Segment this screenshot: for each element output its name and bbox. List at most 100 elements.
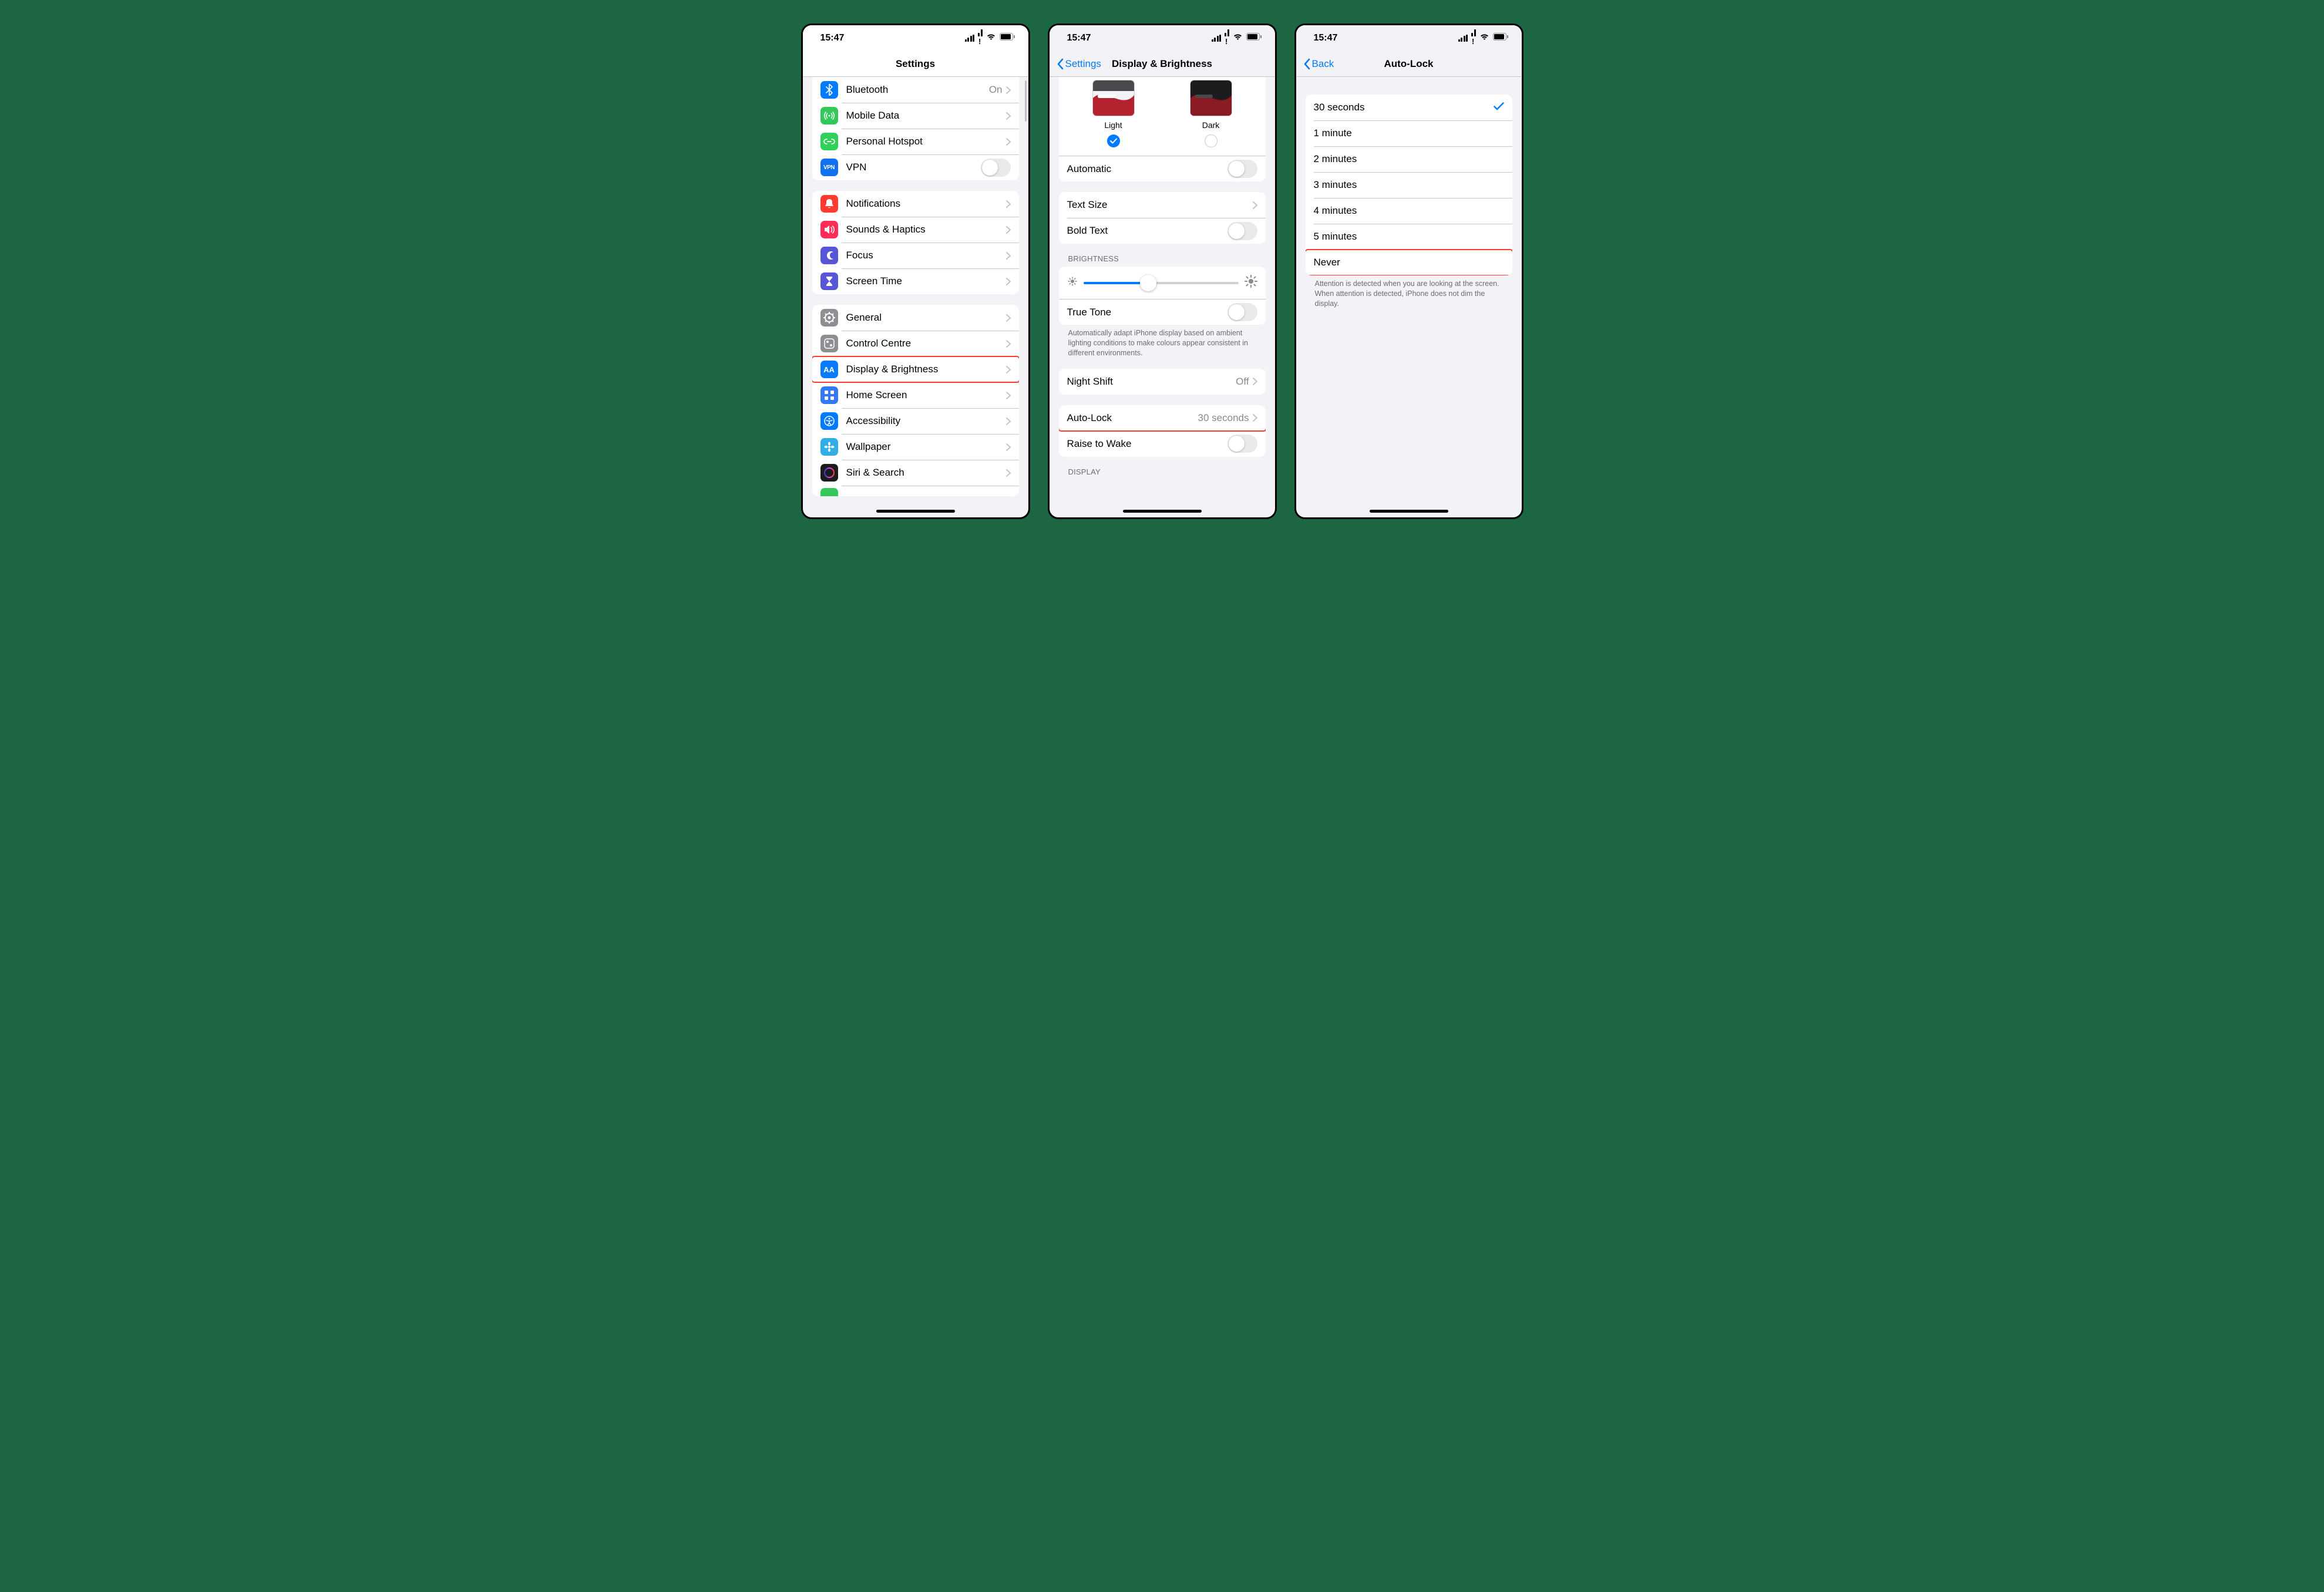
row-mobile-data[interactable]: Mobile Data — [812, 103, 1019, 129]
row-label: Accessibility — [846, 415, 1006, 427]
row-label: Mobile Data — [846, 110, 1006, 122]
row-sounds[interactable]: Sounds & Haptics — [812, 217, 1019, 243]
option-label: 30 seconds — [1314, 102, 1494, 113]
cellular-signal-secondary-icon: ! — [1225, 29, 1229, 47]
page-title: Settings — [896, 58, 935, 70]
row-raise-to-wake[interactable]: Raise to Wake — [1059, 431, 1266, 457]
chevron-right-icon — [1006, 112, 1011, 120]
row-accessibility[interactable]: Accessibility — [812, 408, 1019, 434]
group-appearance: Light Dark Automatic — [1059, 77, 1266, 181]
option-1-minute[interactable]: 1 minute — [1306, 120, 1512, 146]
row-personal-hotspot[interactable]: Personal Hotspot — [812, 129, 1019, 154]
row-display-brightness[interactable]: AA Display & Brightness — [812, 356, 1019, 382]
settings-content[interactable]: Bluetooth On Mobile Data Personal Hotspo… — [803, 77, 1028, 517]
row-label: Notifications — [846, 198, 1006, 210]
status-right: ! — [1212, 29, 1262, 47]
grid-icon — [820, 386, 838, 404]
page-title: Display & Brightness — [1112, 58, 1212, 70]
row-siri[interactable]: Siri & Search — [812, 460, 1019, 486]
navbar: Settings Display & Brightness — [1050, 51, 1275, 77]
group-night-shift: Night Shift Off — [1059, 369, 1266, 395]
automatic-toggle[interactable] — [1227, 160, 1257, 178]
option-never[interactable]: Never — [1306, 250, 1512, 275]
row-automatic[interactable]: Automatic — [1059, 156, 1266, 181]
option-4-minutes[interactable]: 4 minutes — [1306, 198, 1512, 224]
row-text-size[interactable]: Text Size — [1059, 192, 1266, 218]
bluetooth-icon — [820, 81, 838, 99]
chevron-right-icon — [1006, 469, 1011, 477]
appearance-dark-label: Dark — [1202, 120, 1220, 130]
chevron-left-icon — [1303, 58, 1310, 70]
row-label: Bold Text — [1067, 225, 1227, 237]
vpn-toggle[interactable] — [981, 159, 1011, 177]
row-label: Bluetooth — [846, 84, 989, 96]
row-vpn[interactable]: VPN VPN — [812, 154, 1019, 180]
row-bold-text[interactable]: Bold Text — [1059, 218, 1266, 244]
row-home-screen[interactable]: Home Screen — [812, 382, 1019, 408]
row-bluetooth[interactable]: Bluetooth On — [812, 77, 1019, 103]
row-label: Display & Brightness — [846, 363, 1006, 375]
chevron-right-icon — [1006, 340, 1011, 348]
cellular-signal-icon — [1212, 35, 1222, 42]
row-true-tone[interactable]: True Tone — [1059, 299, 1266, 325]
option-2-minutes[interactable]: 2 minutes — [1306, 146, 1512, 172]
back-button[interactable]: Back — [1300, 51, 1334, 77]
row-control-centre[interactable]: Control Centre — [812, 331, 1019, 356]
row-screen-time[interactable]: Screen Time — [812, 268, 1019, 294]
row-label: Focus — [846, 250, 1006, 261]
row-wallpaper[interactable]: Wallpaper — [812, 434, 1019, 460]
group-notifications: Notifications Sounds & Haptics Focus Scr… — [812, 191, 1019, 294]
option-label: 1 minute — [1314, 127, 1504, 139]
display-content[interactable]: Light Dark Automatic Text Size — [1050, 77, 1275, 517]
row-notifications[interactable]: Notifications — [812, 191, 1019, 217]
row-auto-lock[interactable]: Auto-Lock 30 seconds — [1059, 405, 1266, 431]
option-3-minutes[interactable]: 3 minutes — [1306, 172, 1512, 198]
cellular-signal-icon — [965, 35, 975, 42]
status-right: ! — [965, 29, 1015, 47]
raise-to-wake-toggle[interactable] — [1227, 435, 1257, 453]
appearance-dark[interactable]: Dark — [1190, 80, 1232, 147]
chevron-right-icon — [1006, 278, 1011, 285]
bold-text-toggle[interactable] — [1227, 222, 1257, 240]
chevron-right-icon — [1006, 226, 1011, 234]
home-indicator[interactable] — [876, 510, 955, 513]
brightness-knob[interactable] — [1140, 275, 1156, 291]
home-indicator[interactable] — [1370, 510, 1448, 513]
wifi-icon — [986, 33, 996, 43]
row-label: Automatic — [1067, 163, 1227, 175]
back-button[interactable]: Settings — [1053, 51, 1101, 77]
dark-thumbnail — [1190, 80, 1232, 116]
row-night-shift[interactable]: Night Shift Off — [1059, 369, 1266, 395]
row-focus[interactable]: Focus — [812, 243, 1019, 268]
appearance-light[interactable]: Light — [1093, 80, 1134, 147]
appearance-light-label: Light — [1104, 120, 1122, 130]
group-connectivity: Bluetooth On Mobile Data Personal Hotspo… — [812, 77, 1019, 180]
option-30-seconds[interactable]: 30 seconds — [1306, 95, 1512, 120]
autolock-content[interactable]: 30 seconds 1 minute 2 minutes3 minutes 4 mi… — [1296, 77, 1522, 517]
option-5-minutes[interactable]: 5 minutes — [1306, 224, 1512, 250]
chevron-right-icon — [1253, 201, 1257, 209]
brightness-slider-row — [1059, 267, 1266, 299]
brightness-slider[interactable] — [1084, 282, 1239, 284]
phone-settings: 15:47 ! Settings Bluetooth On Mobile Dat… — [801, 23, 1030, 519]
chevron-right-icon — [1006, 86, 1011, 94]
option-label: Never — [1314, 257, 1504, 268]
row-label: Sounds & Haptics — [846, 224, 1006, 235]
row-label: Raise to Wake — [1067, 438, 1227, 450]
row-general[interactable]: General — [812, 305, 1019, 331]
row-label: Personal Hotspot — [846, 136, 1006, 147]
row-label: Home Screen — [846, 389, 1006, 401]
chevron-right-icon — [1006, 200, 1011, 208]
faceid-icon — [820, 488, 838, 496]
checkmark-icon — [1494, 102, 1504, 113]
true-tone-toggle[interactable] — [1227, 303, 1257, 321]
flower-icon — [820, 438, 838, 456]
home-indicator[interactable] — [1123, 510, 1202, 513]
row-partial[interactable] — [812, 486, 1019, 496]
option-label: 4 minutes — [1314, 205, 1504, 217]
row-label: True Tone — [1067, 307, 1227, 318]
status-time: 15:47 — [1067, 33, 1091, 43]
link-icon — [820, 133, 838, 150]
chevron-right-icon — [1006, 138, 1011, 146]
brightness-fill — [1084, 282, 1149, 284]
